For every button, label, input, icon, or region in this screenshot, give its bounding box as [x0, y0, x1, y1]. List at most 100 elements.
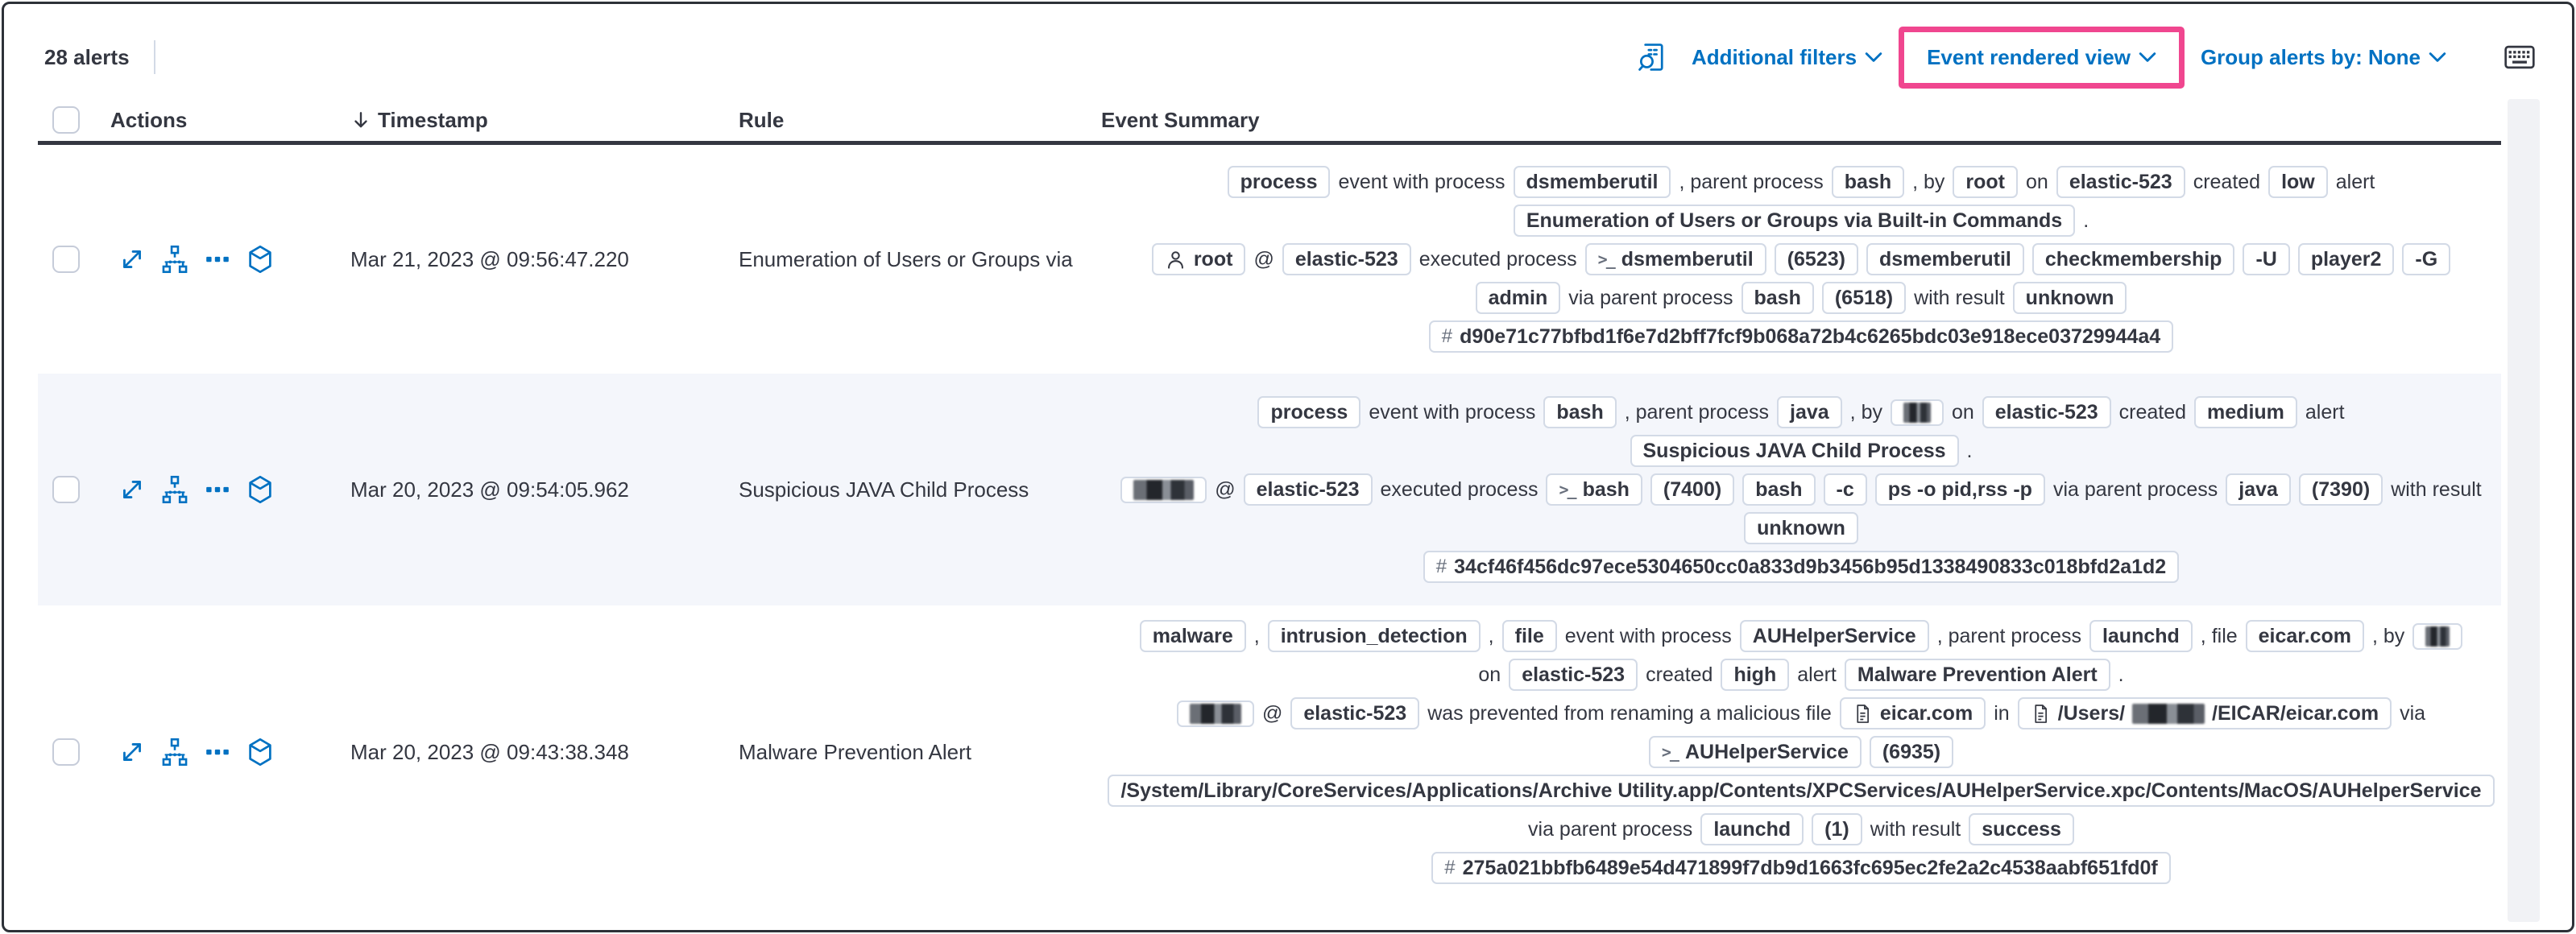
chevron-down-icon: [1865, 52, 1882, 63]
summary-badge[interactable]: Suspicious JAVA Child Process: [1630, 435, 1959, 467]
summary-badge[interactable]: launchd: [2089, 620, 2193, 652]
summary-badge[interactable]: process: [1228, 166, 1331, 198]
redacted-text: [1903, 403, 1931, 423]
redacted-badge[interactable]: [1177, 700, 1254, 727]
summary-badge[interactable]: java: [1777, 396, 1842, 428]
summary-badge[interactable]: unknown: [2013, 282, 2127, 314]
summary-badge[interactable]: ps -o pid,rss -p: [1875, 473, 2045, 506]
open-analyzer-button[interactable]: [160, 245, 189, 274]
summary-badge[interactable]: -G: [2402, 243, 2450, 275]
summary-badge[interactable]: eicar.com: [2246, 620, 2364, 652]
summary-badge[interactable]: >_dsmemberutil: [1585, 243, 1766, 275]
summary-badge[interactable]: elastic-523: [1509, 659, 1638, 691]
summary-badge[interactable]: -c: [1824, 473, 1867, 506]
expand-alert-button[interactable]: [118, 246, 146, 273]
summary-badge[interactable]: checkmembership: [2032, 243, 2235, 275]
summary-badge[interactable]: #34cf46f456dc97ece5304650cc0a833d9b3456b…: [1423, 551, 2179, 583]
summary-badge[interactable]: bash: [1741, 282, 1814, 314]
summary-text: with result: [1914, 287, 2005, 310]
summary-badge[interactable]: high: [1721, 659, 1789, 691]
open-session-view-button[interactable]: [246, 475, 275, 504]
view-selector-label: Event rendered view: [1927, 45, 2131, 70]
summary-badge[interactable]: elastic-523: [1244, 473, 1373, 506]
summary-badge[interactable]: elastic-523: [1282, 243, 1411, 275]
summary-badge[interactable]: elastic-523: [2056, 166, 2185, 198]
summary-badge[interactable]: eicar.com: [1840, 697, 1986, 729]
summary-badge[interactable]: AUHelperService: [1740, 620, 1929, 652]
select-all-checkbox[interactable]: [52, 106, 80, 134]
summary-badge[interactable]: elastic-523: [1290, 697, 1419, 729]
group-alerts-button[interactable]: Group alerts by: None: [2189, 45, 2458, 70]
select-alert-checkbox[interactable]: [52, 246, 80, 273]
alert-count: 28 alerts: [44, 45, 130, 70]
summary-badge[interactable]: >_bash: [1546, 473, 1642, 506]
summary-badge[interactable]: low: [2268, 166, 2328, 198]
select-alert-checkbox[interactable]: [52, 476, 80, 503]
scrollbar[interactable]: [2508, 99, 2540, 922]
expand-alert-button[interactable]: [118, 476, 146, 503]
badge-label: Malware Prevention Alert: [1857, 662, 2098, 688]
summary-line: #275a021bbfb6489e54d471899f7db9d1663fc69…: [1431, 849, 2170, 887]
summary-badge[interactable]: file: [1502, 620, 1557, 652]
redacted-text: [1133, 480, 1194, 500]
more-actions-button[interactable]: [204, 246, 231, 273]
summary-badge[interactable]: Malware Prevention Alert: [1845, 659, 2110, 691]
summary-badge[interactable]: elastic-523: [1982, 396, 2111, 428]
summary-badge[interactable]: #d90e71c77bfbd1f6e7d2bff7fcf9b068a72b4c6…: [1429, 320, 2173, 353]
badge-label: dsmemberutil: [1526, 169, 1659, 195]
alerts-table-body: Mar 21, 2023 @ 09:56:47.220Enumeration o…: [4, 145, 2572, 899]
summary-badge[interactable]: bash: [1742, 473, 1815, 506]
badge-label: java: [2238, 477, 2278, 502]
summary-badge[interactable]: dsmemberutil: [1514, 166, 1671, 198]
summary-badge[interactable]: >_AUHelperService: [1649, 736, 1862, 768]
keyboard-shortcuts-icon[interactable]: [2504, 45, 2535, 69]
summary-badge[interactable]: (7390): [2299, 473, 2383, 506]
more-actions-button[interactable]: [204, 476, 231, 503]
summary-badge[interactable]: /Users//EICAR/eicar.com: [2018, 697, 2392, 729]
document-icon: [2031, 704, 2051, 724]
summary-badge[interactable]: Enumeration of Users or Groups via Built…: [1514, 205, 2075, 237]
summary-badge[interactable]: bash: [1543, 396, 1616, 428]
redacted-badge[interactable]: [2412, 623, 2462, 650]
alert-row: Mar 21, 2023 @ 09:56:47.220Enumeration o…: [38, 145, 2501, 374]
summary-badge[interactable]: dsmemberutil: [1866, 243, 2024, 275]
summary-badge[interactable]: root: [1953, 166, 2018, 198]
summary-badge[interactable]: (6523): [1775, 243, 1858, 275]
more-actions-button[interactable]: [204, 738, 231, 766]
summary-badge[interactable]: bash: [1832, 166, 1904, 198]
summary-badge[interactable]: #275a021bbfb6489e54d471899f7db9d1663fc69…: [1431, 852, 2170, 884]
open-session-view-button[interactable]: [246, 245, 275, 274]
summary-badge[interactable]: (7400): [1650, 473, 1734, 506]
summary-badge[interactable]: /System/Library/CoreServices/Application…: [1108, 775, 2494, 807]
summary-badge[interactable]: player2: [2298, 243, 2395, 275]
summary-badge[interactable]: root: [1152, 243, 1246, 275]
summary-badge[interactable]: process: [1257, 396, 1360, 428]
summary-badge[interactable]: unknown: [1744, 512, 1858, 544]
view-selector-button[interactable]: Event rendered view: [1915, 45, 2168, 70]
inspect-icon[interactable]: [1637, 42, 1667, 72]
summary-text: event with process: [1369, 401, 1535, 424]
summary-badge[interactable]: (1): [1812, 813, 1862, 845]
redacted-badge[interactable]: [1120, 477, 1207, 503]
summary-badge[interactable]: admin: [1476, 282, 1561, 314]
summary-badge[interactable]: java: [2226, 473, 2291, 506]
summary-line: Suspicious JAVA Child Process.: [1630, 432, 1973, 470]
select-alert-checkbox[interactable]: [52, 738, 80, 766]
summary-badge[interactable]: success: [1969, 813, 2074, 845]
open-session-view-button[interactable]: [246, 738, 275, 767]
summary-badge[interactable]: launchd: [1700, 813, 1804, 845]
badge-label: bash: [1754, 285, 1801, 311]
additional-filters-button[interactable]: Additional filters: [1680, 45, 1894, 70]
expand-alert-button[interactable]: [118, 738, 146, 766]
redacted-badge[interactable]: [1891, 399, 1944, 426]
summary-badge[interactable]: -U: [2243, 243, 2289, 275]
summary-badge[interactable]: malware: [1140, 620, 1246, 652]
column-header-timestamp[interactable]: Timestamp: [336, 108, 731, 133]
summary-badge[interactable]: (6935): [1870, 736, 1953, 768]
summary-badge[interactable]: intrusion_detection: [1268, 620, 1481, 652]
summary-text: alert: [2336, 171, 2375, 194]
open-analyzer-button[interactable]: [160, 475, 189, 504]
open-analyzer-button[interactable]: [160, 738, 189, 767]
summary-badge[interactable]: medium: [2194, 396, 2297, 428]
summary-badge[interactable]: (6518): [1822, 282, 1906, 314]
